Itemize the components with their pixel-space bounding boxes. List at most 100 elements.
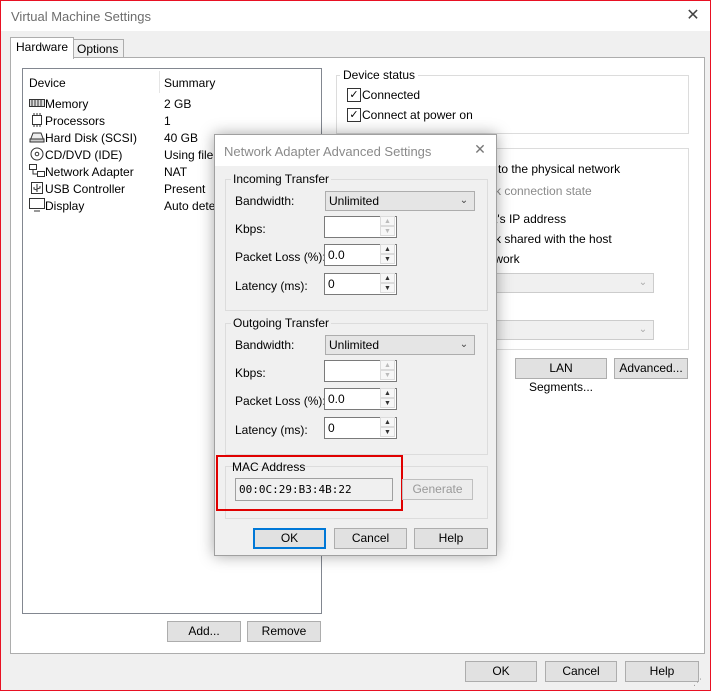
device-name: Network Adapter xyxy=(45,165,134,179)
outgoing-bandwidth-value: Unlimited xyxy=(329,338,380,352)
outgoing-kbps-spinner: ▲ ▼ xyxy=(380,360,396,382)
outgoing-packet-loss-value: 0.0 xyxy=(328,392,345,406)
incoming-latency-label: Latency (ms): xyxy=(235,279,308,293)
incoming-packet-loss-spinner: ▲ ▼ xyxy=(380,244,396,266)
spin-up-icon[interactable]: ▲ xyxy=(380,244,395,254)
window-title: Virtual Machine Settings xyxy=(11,9,151,24)
incoming-latency-spinner: ▲ ▼ xyxy=(380,273,396,295)
generate-button[interactable]: Generate xyxy=(402,479,473,500)
outgoing-bandwidth-select[interactable]: Unlimited ⌄ xyxy=(325,335,475,355)
connected-label[interactable]: Connected xyxy=(362,88,420,102)
device-name: Processors xyxy=(45,114,106,128)
host-only-option-label[interactable]: rk shared with the host xyxy=(491,232,612,246)
dialog-ok-button[interactable]: OK xyxy=(253,528,326,549)
usb-icon xyxy=(31,182,43,194)
ok-button[interactable]: OK xyxy=(465,661,537,682)
outgoing-latency-input[interactable]: 0 ▲ ▼ xyxy=(324,417,397,439)
custom-network-select[interactable]: ⌄ xyxy=(494,273,654,293)
spin-down-icon[interactable]: ▼ xyxy=(380,254,395,264)
device-name: Memory xyxy=(45,97,89,111)
connect-at-power-on-checkbox[interactable]: ✓ xyxy=(347,108,361,122)
column-divider xyxy=(159,71,160,93)
device-status-group xyxy=(336,75,689,134)
chevron-down-icon: ⌄ xyxy=(638,324,648,335)
cancel-button[interactable]: Cancel xyxy=(545,661,617,682)
tab-options[interactable]: Options xyxy=(71,39,125,58)
title-bar: Virtual Machine Settings ✕ xyxy=(1,1,710,31)
spin-up-icon[interactable]: ▲ xyxy=(380,216,395,226)
spin-down-icon[interactable]: ▼ xyxy=(380,226,395,236)
incoming-packet-loss-label: Packet Loss (%): xyxy=(235,250,326,264)
memory-icon xyxy=(29,99,45,107)
cd-dvd-icon xyxy=(30,147,44,161)
tab-options-label: Options xyxy=(77,42,119,56)
incoming-kbps-input[interactable]: ▲ ▼ xyxy=(324,216,397,238)
incoming-kbps-spinner: ▲ ▼ xyxy=(380,216,396,238)
remove-button[interactable]: Remove xyxy=(247,621,321,642)
column-header-summary[interactable]: Summary xyxy=(164,76,215,90)
dialog-title-bar: Network Adapter Advanced Settings ✕ xyxy=(215,135,496,166)
dialog-cancel-button[interactable]: Cancel xyxy=(334,528,407,549)
incoming-bandwidth-select[interactable]: Unlimited ⌄ xyxy=(325,191,475,211)
bridged-option-label[interactable]: to the physical network xyxy=(498,162,620,176)
advanced-button[interactable]: Advanced... xyxy=(614,358,688,379)
outgoing-packet-loss-label: Packet Loss (%): xyxy=(235,394,326,408)
spin-up-icon[interactable]: ▲ xyxy=(380,273,395,283)
device-name: USB Controller xyxy=(45,182,126,196)
spin-down-icon[interactable]: ▼ xyxy=(380,427,395,437)
device-name: Display xyxy=(45,199,85,213)
outgoing-packet-loss-input[interactable]: 0.0 ▲ ▼ xyxy=(324,388,397,410)
spin-up-icon[interactable]: ▲ xyxy=(380,417,395,427)
hard-disk-icon xyxy=(29,132,45,143)
dialog-close-icon[interactable]: ✕ xyxy=(472,141,488,159)
column-header-device[interactable]: Device xyxy=(29,76,66,90)
dialog-title: Network Adapter Advanced Settings xyxy=(224,144,432,159)
outgoing-kbps-input[interactable]: ▲ ▼ xyxy=(324,360,397,382)
add-button[interactable]: Add... xyxy=(167,621,241,642)
network-adapter-icon xyxy=(29,164,45,177)
device-row-processors[interactable]: Processors 1 xyxy=(23,112,321,129)
chevron-down-icon: ⌄ xyxy=(459,339,469,350)
device-name: Hard Disk (SCSI) xyxy=(45,131,138,145)
nat-option-label[interactable]: t's IP address xyxy=(494,212,566,226)
connected-checkbox[interactable]: ✓ xyxy=(347,88,361,102)
close-icon[interactable]: ✕ xyxy=(683,6,703,26)
advanced-settings-dialog: Network Adapter Advanced Settings ✕ Inco… xyxy=(214,134,497,556)
outgoing-transfer-label: Outgoing Transfer xyxy=(231,316,332,330)
outgoing-kbps-label: Kbps: xyxy=(235,366,266,380)
outgoing-packet-loss-spinner: ▲ ▼ xyxy=(380,388,396,410)
dialog-help-button[interactable]: Help xyxy=(414,528,488,549)
lan-segments-button[interactable]: LAN Segments... xyxy=(515,358,607,394)
device-row-memory[interactable]: Memory 2 GB xyxy=(23,95,321,112)
device-summary: NAT xyxy=(164,165,188,179)
lan-segment-select[interactable]: ⌄ xyxy=(494,320,654,340)
chevron-down-icon: ⌄ xyxy=(459,195,469,206)
outgoing-latency-spinner: ▲ ▼ xyxy=(380,417,396,439)
resize-grip-icon[interactable]: ⋰ xyxy=(693,676,705,688)
tab-hardware-label: Hardware xyxy=(16,40,69,54)
chevron-down-icon: ⌄ xyxy=(638,277,648,288)
spin-down-icon[interactable]: ▼ xyxy=(380,283,395,293)
spin-up-icon[interactable]: ▲ xyxy=(380,388,395,398)
incoming-packet-loss-input[interactable]: 0.0 ▲ ▼ xyxy=(324,244,397,266)
outgoing-bandwidth-label: Bandwidth: xyxy=(235,338,295,352)
tab-hardware[interactable]: Hardware xyxy=(10,37,75,59)
device-summary: Present xyxy=(164,182,206,196)
mac-address-field[interactable]: 00:0C:29:B3:4B:22 xyxy=(235,478,393,501)
device-summary: Auto detec xyxy=(164,199,222,213)
spin-up-icon[interactable]: ▲ xyxy=(380,360,395,370)
connect-at-power-on-label[interactable]: Connect at power on xyxy=(362,108,473,122)
spin-down-icon[interactable]: ▼ xyxy=(380,370,395,380)
help-button[interactable]: Help xyxy=(625,661,699,682)
outgoing-latency-label: Latency (ms): xyxy=(235,423,308,437)
spin-down-icon[interactable]: ▼ xyxy=(380,398,395,408)
device-summary: 40 GB xyxy=(164,131,199,145)
outgoing-latency-value: 0 xyxy=(328,421,335,435)
replicate-state-label: rk connection state xyxy=(491,184,592,198)
incoming-transfer-label: Incoming Transfer xyxy=(231,172,332,186)
processor-icon xyxy=(32,113,42,127)
device-status-label: Device status xyxy=(340,68,419,82)
incoming-bandwidth-label: Bandwidth: xyxy=(235,194,295,208)
device-name: CD/DVD (IDE) xyxy=(45,148,123,162)
incoming-latency-input[interactable]: 0 ▲ ▼ xyxy=(324,273,397,295)
